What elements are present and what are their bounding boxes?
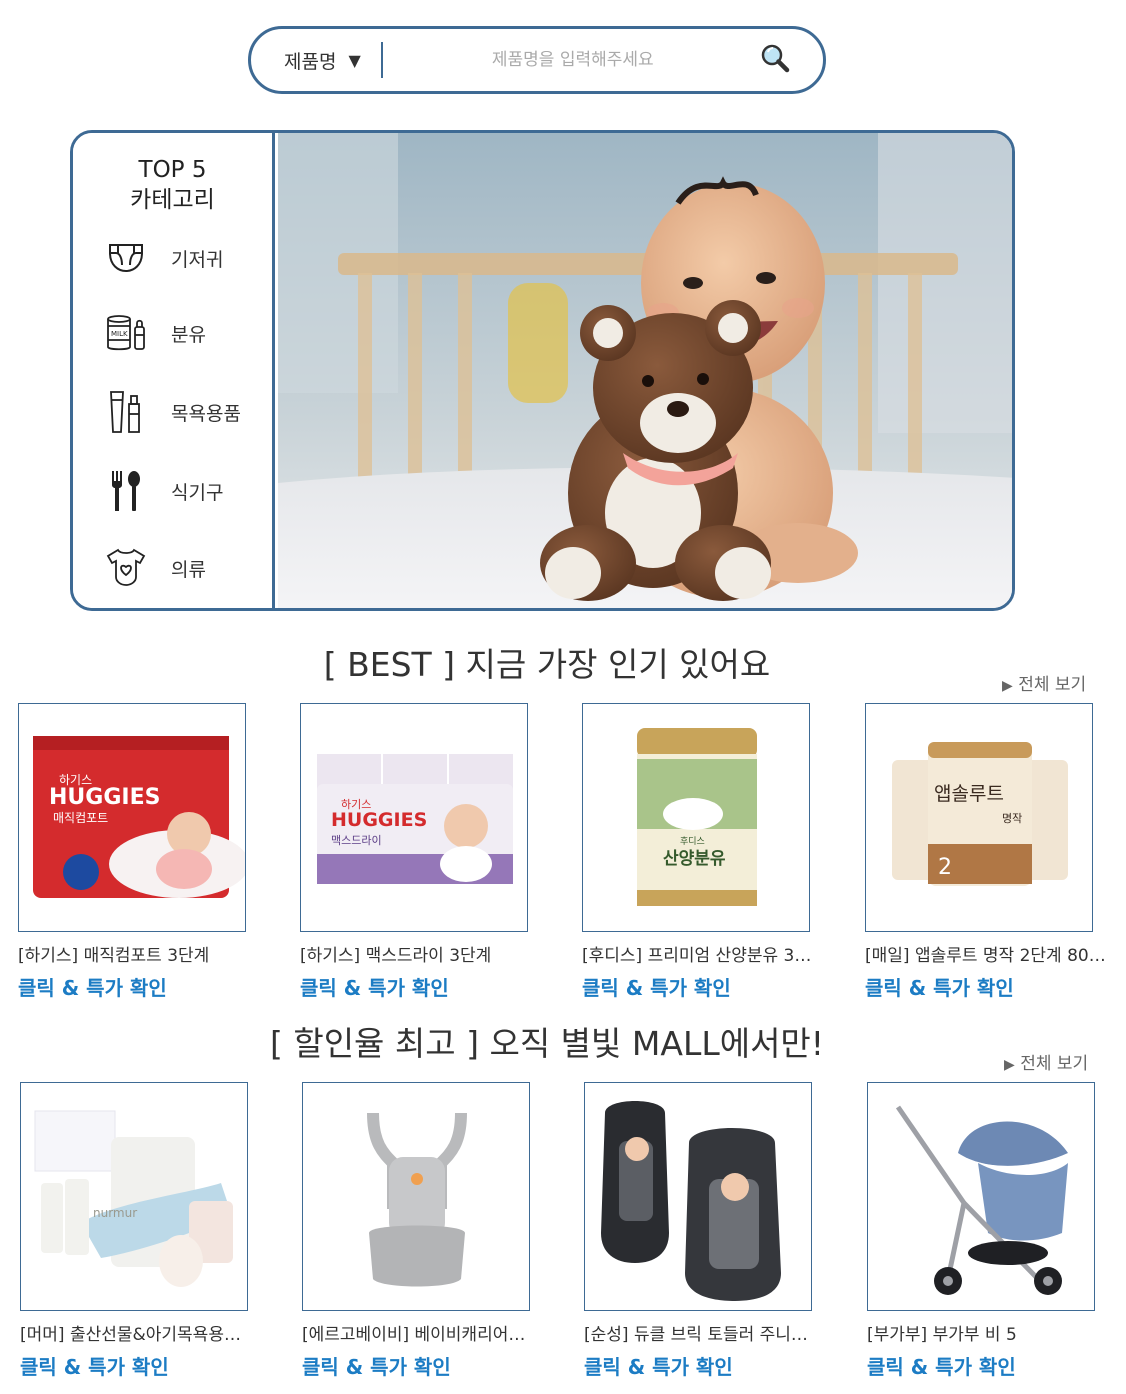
bath-gift-set-image: nurmur <box>34 1110 233 1287</box>
packaging-text: 후디스 <box>680 836 705 847</box>
packaging-text: 산양분유 <box>663 849 726 869</box>
category-item-formula[interactable]: MILK 분유 <box>103 310 206 356</box>
dropdown-triangle-icon: ▼ <box>348 50 361 70</box>
bath-products-icon <box>103 389 149 435</box>
packaging-text: 매직컴포트 <box>53 811 108 825</box>
formula-milk-icon: MILK <box>103 310 149 356</box>
huggies-magic-comfort-image: 하기스 HUGGIES 매직컴포트 <box>33 736 245 898</box>
packaging-text: HUGGIES <box>49 785 160 810</box>
product-name: [하기스] 맥스드라이 3단계 <box>300 946 492 966</box>
deal-link[interactable]: 클릭 & 특가 확인 <box>867 1351 1016 1380</box>
product-card[interactable] <box>867 1082 1095 1311</box>
search-input[interactable] <box>390 49 755 71</box>
category-label: 식기구 <box>171 481 224 504</box>
product-name: [머머] 출산선물&아기목욕용… <box>20 1325 241 1345</box>
packaging-stage-number: 2 <box>938 855 952 880</box>
diaper-icon <box>103 235 149 281</box>
absolute-formula-image: 앱솔루트 명작 2 <box>892 742 1068 886</box>
view-all-label: 전체 보기 <box>1020 1054 1089 1074</box>
product-name: [하기스] 매직컴포트 3단계 <box>18 946 210 966</box>
stroller-image <box>895 1105 1068 1295</box>
product-card[interactable]: 후디스 산양분유 <box>582 703 810 932</box>
top5-title-line2: 카테고리 <box>130 187 215 213</box>
category-label: 목욕용품 <box>171 402 241 425</box>
hero-banner: TOP 5 카테고리 기저귀 MILK 분유 목욕용품 식기구 의류 <box>70 130 1015 611</box>
product-name: [에르고베이비] 베이비캐리어… <box>302 1325 526 1345</box>
goat-milk-formula-image: 후디스 산양분유 <box>637 728 757 906</box>
top5-category-title: TOP 5 카테고리 <box>73 155 272 215</box>
play-triangle-icon: ▶ <box>1002 678 1013 694</box>
onesie-icon <box>103 545 149 591</box>
top5-title-line1: TOP 5 <box>138 157 207 183</box>
product-card[interactable] <box>584 1082 812 1311</box>
best-view-all-link[interactable]: ▶ 전체 보기 <box>1002 670 1086 695</box>
discount-view-all-link[interactable]: ▶ 전체 보기 <box>1004 1049 1088 1074</box>
product-name: [매일] 앱솔루트 명작 2단계 80… <box>865 946 1106 966</box>
search-divider <box>380 42 383 78</box>
category-label: 의류 <box>171 558 206 581</box>
category-item-tableware[interactable]: 식기구 <box>103 468 223 514</box>
huggies-max-dry-image: 하기스 HUGGIES 맥스드라이 <box>317 754 513 884</box>
product-card[interactable]: 하기스 HUGGIES 맥스드라이 <box>300 703 528 932</box>
play-triangle-icon: ▶ <box>1004 1057 1015 1073</box>
tableware-icon <box>103 468 149 514</box>
search-category-label: 제품명 <box>284 50 337 73</box>
product-name: [후디스] 프리미엄 산양분유 3… <box>582 946 812 966</box>
packaging-text: HUGGIES <box>331 809 427 831</box>
hero-baby-photo[interactable] <box>278 133 1012 608</box>
product-card[interactable]: nurmur <box>20 1082 248 1311</box>
discount-section-title: [ 할인율 최고 ] 오직 별빛 MALL에서만! <box>269 1024 825 1063</box>
category-item-diaper[interactable]: 기저귀 <box>103 235 223 281</box>
car-seat-image <box>601 1101 781 1301</box>
packaging-text: 앱솔루트 <box>934 783 1004 805</box>
deal-link[interactable]: 클릭 & 특가 확인 <box>300 972 449 1001</box>
deal-link[interactable]: 클릭 & 특가 확인 <box>865 972 1014 1001</box>
category-label: 분유 <box>171 323 206 346</box>
category-label: 기저귀 <box>171 248 224 271</box>
baby-carrier-image <box>367 1112 467 1287</box>
product-card[interactable] <box>302 1082 530 1311</box>
search-icon[interactable] <box>759 42 791 78</box>
deal-link[interactable]: 클릭 & 특가 확인 <box>582 972 731 1001</box>
category-item-bath[interactable]: 목욕용품 <box>103 389 241 435</box>
deal-link[interactable]: 클릭 & 특가 확인 <box>584 1351 733 1380</box>
top5-category-panel: TOP 5 카테고리 기저귀 MILK 분유 목욕용품 식기구 의류 <box>73 133 275 608</box>
category-item-clothing[interactable]: 의류 <box>103 545 206 591</box>
packaging-text: nurmur <box>93 1206 137 1220</box>
deal-link[interactable]: 클릭 & 특가 확인 <box>18 972 167 1001</box>
packaging-text: 명작 <box>1002 812 1022 825</box>
product-card[interactable]: 앱솔루트 명작 2 <box>865 703 1093 932</box>
deal-link[interactable]: 클릭 & 특가 확인 <box>302 1351 451 1380</box>
product-name: [순성] 듀클 브릭 토들러 주니… <box>584 1325 808 1345</box>
search-category-select[interactable]: 제품명 ▼ <box>284 47 361 74</box>
search-bar: 제품명 ▼ <box>248 26 826 94</box>
view-all-label: 전체 보기 <box>1018 675 1087 695</box>
svg-text:MILK: MILK <box>111 330 128 338</box>
packaging-text: 맥스드라이 <box>331 834 382 847</box>
product-name: [부가부] 부가부 비 5 <box>867 1325 1017 1345</box>
product-card[interactable]: 하기스 HUGGIES 매직컴포트 <box>18 703 246 932</box>
deal-link[interactable]: 클릭 & 특가 확인 <box>20 1351 169 1380</box>
best-section-title: [ BEST ] 지금 가장 인기 있어요 <box>323 645 771 684</box>
